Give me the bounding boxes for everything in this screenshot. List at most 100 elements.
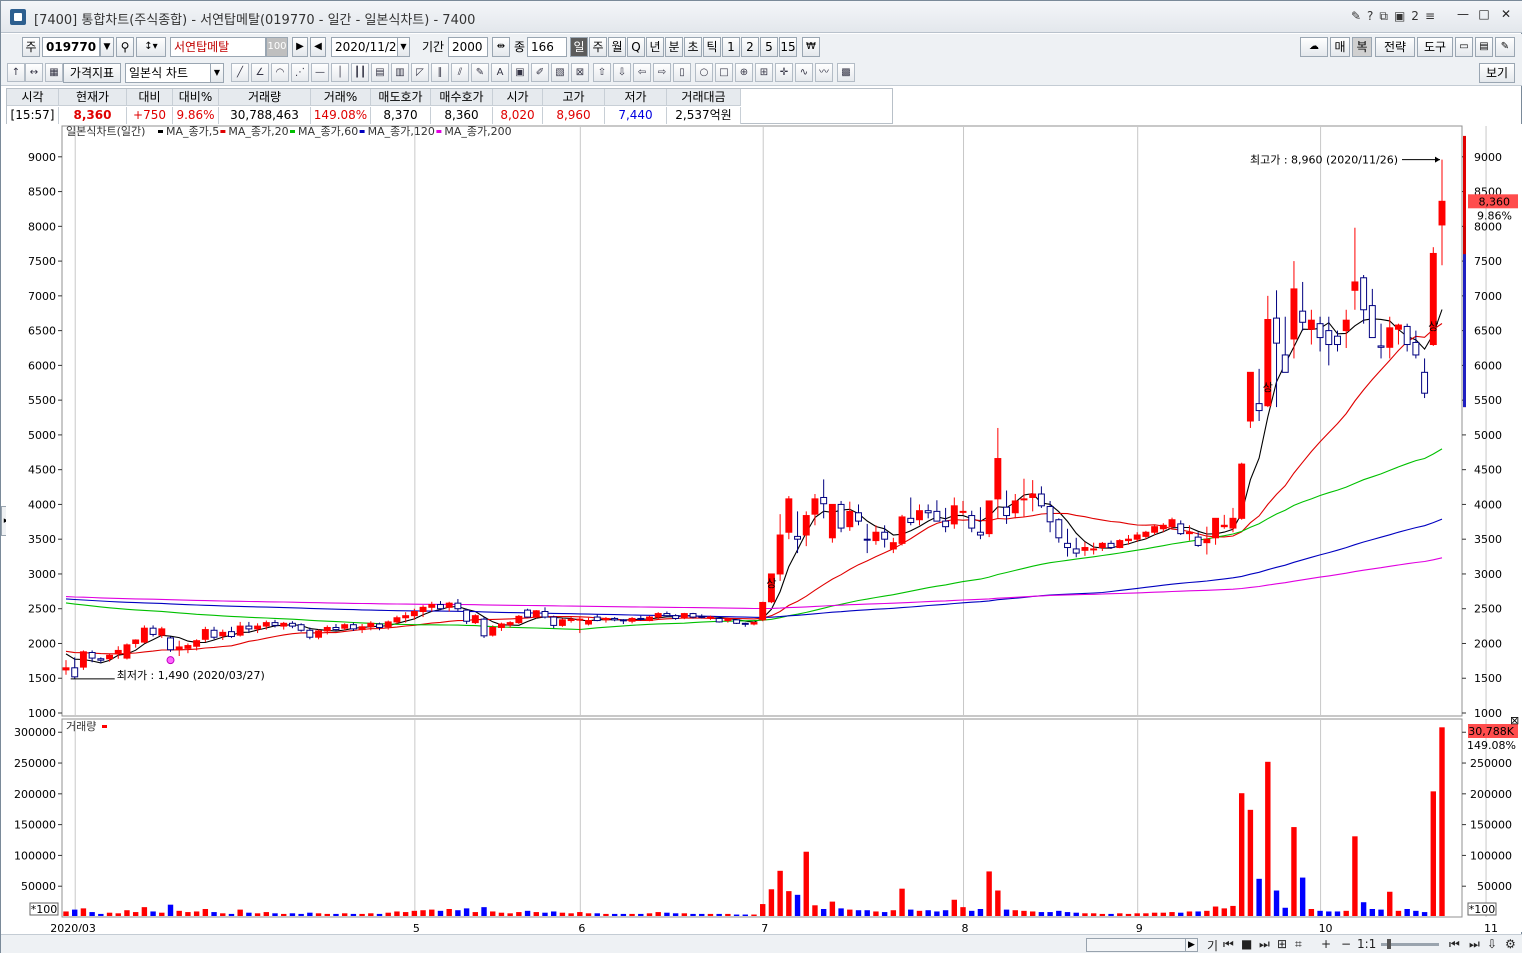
menu-icon[interactable]: ≡	[1425, 9, 1435, 24]
box-lines-icon[interactable]: ▥	[391, 63, 409, 82]
timeframe-button[interactable]: 1	[722, 37, 740, 57]
next-icon[interactable]: ▶	[292, 37, 308, 57]
last-page-icon[interactable]: ⏭	[1469, 937, 1480, 952]
up-arrow-icon[interactable]: ↑	[7, 63, 25, 82]
zoom-out-icon[interactable]: −	[1341, 937, 1351, 951]
market-selector[interactable]: 주	[22, 37, 40, 57]
sort-icon[interactable]: ↕▾	[136, 37, 166, 57]
left-icon[interactable]: ⇦	[633, 63, 651, 82]
date-dropdown-icon[interactable]: ▼	[397, 37, 410, 57]
up-icon[interactable]: ⇧	[593, 63, 611, 82]
ratio-lines-icon[interactable]: ⫽	[451, 63, 469, 82]
screen-number[interactable]: 2	[1411, 9, 1419, 24]
angle-line-icon[interactable]: ∠	[251, 63, 269, 82]
timeframe-button[interactable]: 5	[760, 37, 778, 57]
color-icon[interactable]: ▣	[511, 63, 529, 82]
chart-type-select[interactable]: 일본식 차트	[125, 63, 211, 83]
doc-icon[interactable]: ▯	[673, 63, 691, 82]
layout-icon[interactable]: ▣	[1394, 9, 1405, 24]
cycle-lines-icon[interactable]: ┃┃	[351, 63, 369, 82]
period-icon[interactable]: 기	[1207, 937, 1218, 953]
strategy-button[interactable]: 전략	[1375, 37, 1415, 57]
timeframe-button[interactable]: 15	[779, 37, 797, 57]
timeframe-button[interactable]: 일	[570, 37, 588, 57]
indicator-icon[interactable]: ▦	[45, 63, 63, 82]
expand-icon[interactable]: ↔	[25, 63, 43, 82]
erase-box-icon[interactable]: ⊠	[571, 63, 589, 82]
box-edit-icon[interactable]: ▧	[551, 63, 569, 82]
wave-icon[interactable]: ∿	[795, 63, 813, 82]
date-input[interactable]: 2020/11/26	[331, 37, 404, 57]
scroll-right-icon[interactable]: ▶	[1185, 939, 1197, 951]
square-icon[interactable]: □	[715, 63, 733, 82]
line-icon[interactable]: ╱	[231, 63, 249, 82]
timeframe-button[interactable]: Q	[627, 37, 645, 57]
restore-small-icon[interactable]: ⧉	[1379, 9, 1388, 24]
prev-icon[interactable]: ◀	[310, 37, 326, 57]
trade-button[interactable]: 매	[1330, 37, 1350, 57]
arc-icon[interactable]: ◠	[271, 63, 289, 82]
select-icon[interactable]: ⊞	[755, 63, 773, 82]
chart-type-dropdown-icon[interactable]: ▼	[210, 63, 224, 83]
grid-icon[interactable]: ▤	[371, 63, 389, 82]
folder-icon[interactable]: ▭	[1455, 37, 1473, 57]
text-icon[interactable]: A	[491, 63, 509, 82]
timeframe-button[interactable]: 초	[684, 37, 702, 57]
down-icon[interactable]: ⇩	[613, 63, 631, 82]
grid-toggle-icon[interactable]: ⊞	[1277, 937, 1287, 951]
count-input[interactable]: 166	[527, 37, 567, 57]
chart-canvas[interactable]: 2020/03 5 6 7 8 9 10 119000 90008500 85008000 8000…	[6, 124, 1522, 932]
fan-icon[interactable]: ⋰	[291, 63, 309, 82]
zoom-slider-knob[interactable]	[1387, 939, 1391, 949]
cloud-icon[interactable]: ☁	[1300, 37, 1328, 57]
pencil-icon[interactable]: ✎	[471, 63, 489, 82]
compound-button[interactable]: 복	[1352, 37, 1372, 57]
brush-icon[interactable]: ✐	[531, 63, 549, 82]
vline-icon[interactable]: │	[331, 63, 349, 82]
parallel-icon[interactable]: ∥	[431, 63, 449, 82]
zigzag-icon[interactable]: 〰	[815, 63, 833, 82]
minimize-button[interactable]: —	[1454, 7, 1472, 23]
period-input[interactable]: 2000	[448, 37, 488, 57]
currency-icon[interactable]: ₩	[802, 37, 820, 57]
zoom-reset-icon[interactable]: 1:1	[1357, 937, 1376, 951]
timeframe-button[interactable]: 틱	[703, 37, 721, 57]
timeframe-button[interactable]: 월	[608, 37, 626, 57]
crosshair-toggle-icon[interactable]: ✛	[775, 63, 793, 82]
right-icon[interactable]: ⇨	[653, 63, 671, 82]
code-dropdown-icon[interactable]: ▼	[100, 37, 114, 57]
rewind-icon[interactable]: ⏮	[1223, 937, 1234, 952]
image-icon[interactable]: ▩	[837, 63, 855, 82]
chart-area[interactable]: 2020/03 5 6 7 8 9 10 11 9000 9000 8500 8500 8000 8000…	[6, 124, 1522, 932]
first-page-icon[interactable]: ⏮	[1449, 937, 1460, 952]
zoom-in-icon[interactable]: +	[1321, 937, 1331, 951]
stock-name-field[interactable]: 서연탑메탈	[170, 37, 266, 57]
maximize-button[interactable]: □	[1475, 7, 1493, 23]
config-icon[interactable]: ⚙	[1505, 937, 1516, 951]
price-indicator-button[interactable]: 가격지표	[63, 63, 121, 83]
magnify-icon[interactable]: ⊕	[735, 63, 753, 82]
fast-forward-icon[interactable]: ⏭	[1259, 937, 1270, 952]
timeframe-button[interactable]: 년	[646, 37, 664, 57]
search-icon[interactable]: ⚲	[116, 37, 134, 57]
zoom-slider[interactable]	[1381, 939, 1439, 949]
fit-icon[interactable]: ⇹	[492, 37, 510, 57]
tools-button[interactable]: 도구	[1417, 37, 1453, 57]
circle-icon[interactable]: ○	[695, 63, 713, 82]
close-button[interactable]: ✕	[1497, 7, 1515, 23]
save-icon[interactable]: ▤	[1475, 37, 1493, 57]
hline-icon[interactable]: —	[311, 63, 329, 82]
stop-icon[interactable]: ■	[1241, 937, 1252, 951]
settings-icon[interactable]: ✎	[1495, 37, 1515, 57]
timeframe-button[interactable]: 2	[741, 37, 759, 57]
help-icon[interactable]: ?	[1367, 9, 1373, 24]
timeframe-button[interactable]: 분	[665, 37, 683, 57]
trend-channel-icon[interactable]: ◸	[411, 63, 429, 82]
horizontal-scrollbar[interactable]: ▶	[1086, 938, 1198, 952]
pin-icon[interactable]: ✎	[1351, 9, 1361, 24]
view-button[interactable]: 보기	[1479, 63, 1515, 83]
stock-code-input[interactable]: 019770	[42, 37, 100, 57]
crosshair-icon[interactable]: ⌗	[1295, 937, 1302, 952]
export-icon[interactable]: ⇩	[1487, 937, 1497, 951]
timeframe-button[interactable]: 주	[589, 37, 607, 57]
